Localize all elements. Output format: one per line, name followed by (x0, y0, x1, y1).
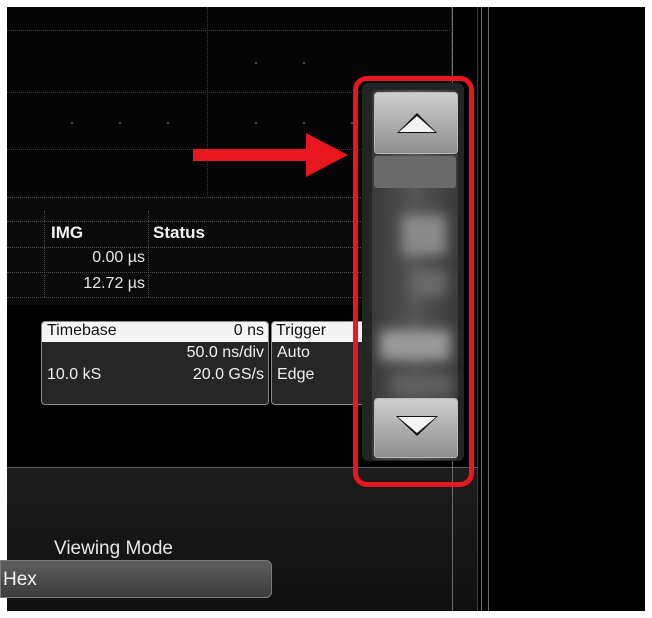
grid-line (7, 30, 452, 31)
table-divider (7, 197, 367, 199)
grid-dot (255, 62, 257, 64)
panel-border (477, 7, 478, 611)
timebase-delay: 0 ns (233, 322, 264, 339)
grid-dot (303, 62, 305, 64)
trigger-type: Edge (277, 366, 315, 383)
viewing-mode-select[interactable]: Hex (0, 560, 272, 598)
timebase-descriptor[interactable]: Timebase 0 ns 50.0 ns/div 10.0 kS 20.0 G… (41, 321, 269, 405)
grid-dot (303, 122, 305, 124)
scope-screen: IMG Status 0.00 µs 12.72 µs Timebase 0 n… (7, 7, 645, 611)
table-cell: 0.00 µs (92, 249, 145, 266)
panel-border (488, 7, 489, 611)
panel-border (481, 7, 482, 611)
grid-dot (167, 122, 169, 124)
table-divider (148, 211, 149, 297)
timebase-sample-rate: 20.0 GS/s (192, 366, 264, 383)
trigger-title: Trigger (276, 322, 327, 339)
annotation-highlight-box (353, 76, 474, 487)
table-divider (7, 272, 367, 274)
timebase-samples: 10.0 kS (47, 366, 102, 383)
column-header-status: Status (153, 223, 205, 242)
column-header-img: IMG (51, 223, 84, 242)
grid-dot (71, 122, 73, 124)
annotation-arrow (193, 149, 311, 161)
grid-dot (119, 122, 121, 124)
viewing-mode-label: Viewing Mode (54, 538, 174, 559)
timebase-scale: 50.0 ns/div (186, 344, 264, 361)
grid-dot (255, 122, 257, 124)
table-divider (44, 211, 45, 297)
timebase-title: Timebase (47, 322, 117, 339)
table-cell: 12.72 µs (83, 275, 145, 292)
trigger-mode: Auto (277, 344, 310, 361)
grid-line (207, 7, 208, 197)
annotation-arrow-head (306, 133, 348, 177)
table-divider (7, 297, 367, 299)
